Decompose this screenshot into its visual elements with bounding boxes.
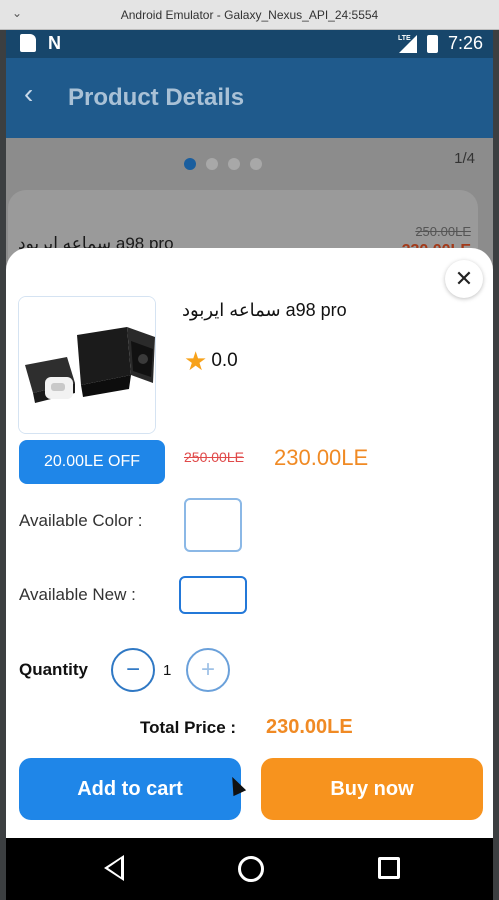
add-to-cart-button[interactable]: Add to cart <box>19 758 241 820</box>
battery-icon <box>426 34 438 53</box>
quantity-value: 1 <box>163 662 172 679</box>
status-time: 7:26 <box>447 33 483 53</box>
add-to-cart-sheet: ✕ سماعه ايربود a98 pro ★ 0.0 20.00LE OFF… <box>6 248 493 838</box>
page-counter: 1/4 <box>454 150 475 167</box>
page-title: Product Details <box>68 84 245 111</box>
available-new-label: Available New : <box>19 585 136 604</box>
minus-icon: − <box>125 656 140 683</box>
pager-dot[interactable] <box>250 158 262 170</box>
plus-icon: + <box>200 656 215 683</box>
app-bar: ‹ Product Details <box>6 58 493 138</box>
new-option[interactable] <box>179 576 247 614</box>
close-icon: ✕ <box>454 266 474 291</box>
status-bar: N LTE 7:26 <box>6 30 493 58</box>
product-image <box>19 297 155 433</box>
n-notification-icon: N <box>48 33 61 53</box>
pager-dot[interactable] <box>206 158 218 170</box>
old-price: 250.00LE <box>184 449 244 465</box>
emulator-title: Android Emulator - Galaxy_Nexus_API_24:5… <box>120 8 379 22</box>
background-old-price: 250.00LE <box>415 224 471 239</box>
nav-back-icon[interactable] <box>104 855 124 881</box>
product-name: سماعه ايربود a98 pro <box>182 300 347 320</box>
back-arrow-icon[interactable]: ‹ <box>24 80 33 108</box>
emulator-window: ⌄ Android Emulator - Galaxy_Nexus_API_24… <box>0 0 499 900</box>
new-price: 230.00LE <box>274 445 369 470</box>
total-price-value: 230.00LE <box>266 716 353 738</box>
rating-value: 0.0 <box>211 350 238 371</box>
android-nav-bar <box>6 838 493 900</box>
quantity-label: Quantity <box>19 660 88 679</box>
pager-dot[interactable] <box>184 158 196 170</box>
signal-icon: LTE <box>398 34 417 53</box>
nav-recents-icon[interactable] <box>378 857 400 879</box>
nav-home-icon[interactable] <box>238 856 264 882</box>
sd-card-icon <box>20 34 36 52</box>
buy-now-button[interactable]: Buy now <box>261 758 483 820</box>
quantity-decrease-button[interactable]: − <box>111 648 155 692</box>
product-rating: ★ 0.0 <box>184 348 238 374</box>
available-color-label: Available Color : <box>19 511 143 530</box>
phone-screen: N LTE 7:26 ‹ Product Details 1/4 سماعه ا… <box>6 30 493 900</box>
discount-badge: 20.00LE OFF <box>19 440 165 484</box>
color-option[interactable] <box>184 498 242 552</box>
close-button[interactable]: ✕ <box>445 260 483 298</box>
image-pager-dots <box>184 158 262 170</box>
pager-dot[interactable] <box>228 158 240 170</box>
product-thumbnail <box>18 296 156 434</box>
emulator-title-bar: ⌄ Android Emulator - Galaxy_Nexus_API_24… <box>0 0 499 30</box>
star-icon: ★ <box>184 346 208 376</box>
total-price-label: Total Price : <box>140 718 237 737</box>
quantity-increase-button[interactable]: + <box>186 648 230 692</box>
